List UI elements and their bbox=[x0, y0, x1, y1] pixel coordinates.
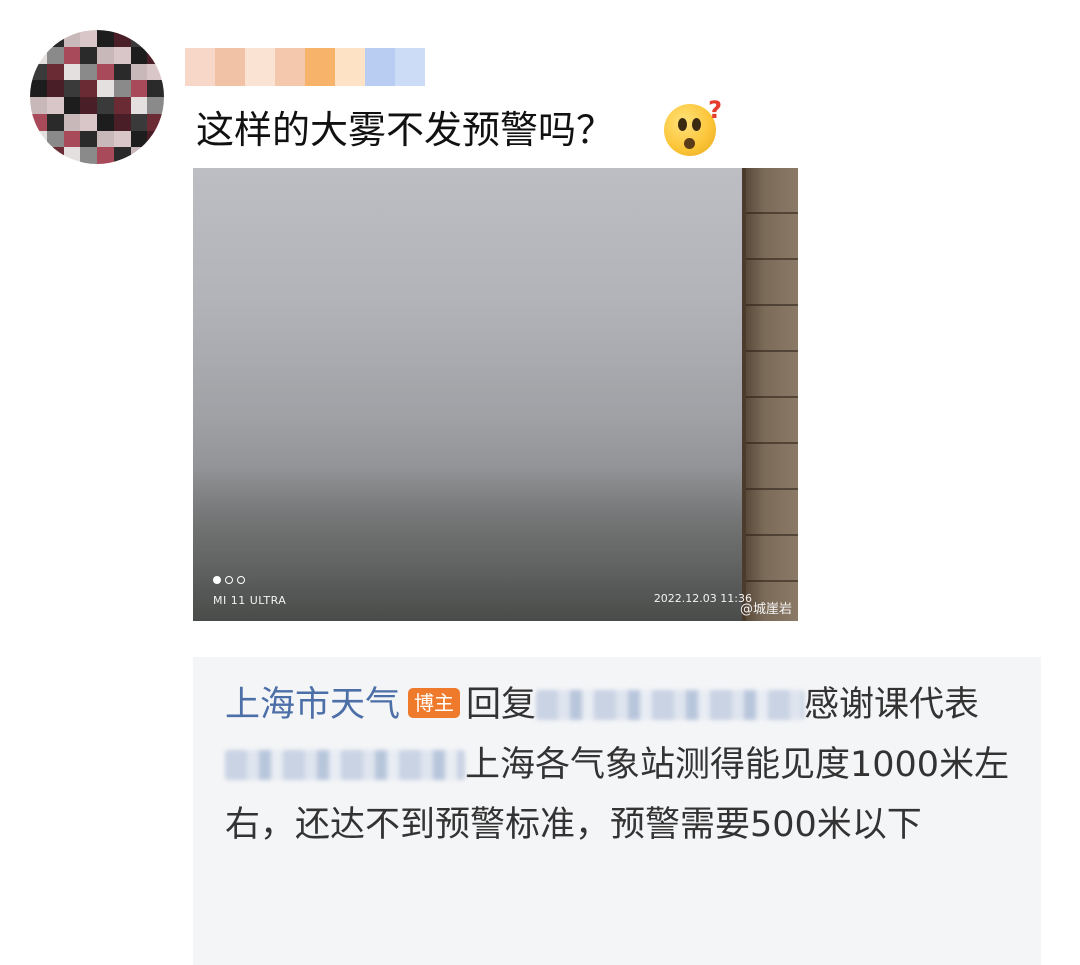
photo-watermark: @城崖岩 bbox=[739, 602, 792, 617]
carousel-dot bbox=[237, 576, 245, 584]
reply-box[interactable]: 上海市天气 博主 回复 感谢课代表 上海各气象站测得能见度1000米左右，还达不到预警标… bbox=[193, 657, 1041, 965]
blogger-badge: 博主 bbox=[408, 688, 461, 718]
blurred-mention[interactable] bbox=[225, 750, 465, 780]
avatar[interactable] bbox=[30, 30, 164, 164]
camera-label: MI 11 ULTRA bbox=[213, 594, 287, 607]
carousel-dot-active bbox=[213, 576, 221, 584]
blurred-username[interactable] bbox=[536, 690, 805, 720]
reply-author-link[interactable]: 上海市天气 bbox=[225, 685, 400, 725]
reply-prefix: 回复 bbox=[466, 685, 537, 725]
post-text: 这样的大雾不发预警吗？ bbox=[196, 108, 615, 152]
carousel-dot bbox=[225, 576, 233, 584]
reply-content: 上海市天气 博主 回复 感谢课代表 上海各气象站测得能见度1000米左右，还达不到预警标… bbox=[225, 675, 1015, 855]
reply-suffix: 感谢课代表 bbox=[804, 685, 980, 725]
username-blurred[interactable] bbox=[185, 48, 425, 86]
post-photo[interactable]: MI 11 ULTRA 2022.12.03 11:36 @城崖岩 bbox=[193, 168, 798, 621]
photo-timestamp: 2022.12.03 11:36 bbox=[653, 592, 752, 605]
thinking-question-emoji-icon: ? bbox=[664, 96, 722, 156]
building-edge bbox=[742, 168, 798, 621]
carousel-dots bbox=[213, 576, 245, 584]
